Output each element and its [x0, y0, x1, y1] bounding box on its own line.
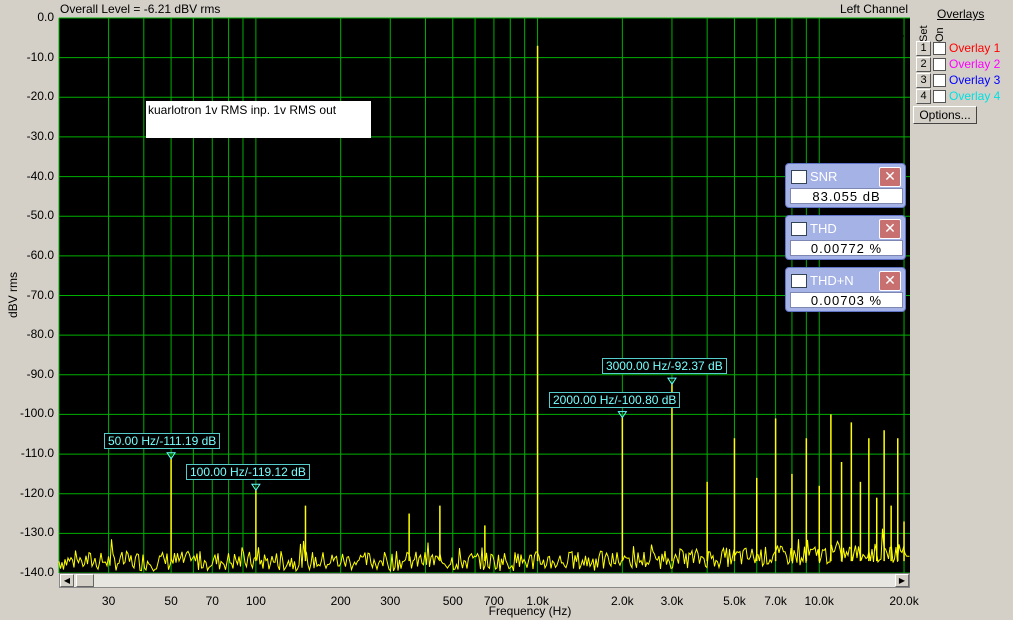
marker-label: 3000.00 Hz/-92.37 dB	[601, 358, 727, 375]
x-tick-label: 200	[330, 594, 351, 608]
horizontal-scrollbar[interactable]: ◀ ▶	[59, 573, 910, 588]
y-tick-label: -80.0	[26, 327, 54, 342]
chart-annotation: kuarlotron 1v RMS inp. 1v RMS out	[146, 101, 371, 138]
x-tick-label: 2.0k	[611, 594, 634, 608]
overlay-label: Overlay 3	[949, 73, 1001, 87]
y-tick-label: -60.0	[26, 247, 54, 262]
meter-value: 83.055 dB	[790, 188, 903, 204]
overlay-set-button[interactable]: 3	[916, 73, 931, 88]
y-tick-label: -50.0	[26, 208, 54, 223]
overlay-set-button[interactable]: 4	[916, 89, 931, 104]
overlay-label: Overlay 1	[949, 41, 1001, 55]
scroll-right-button[interactable]: ▶	[895, 574, 909, 587]
annotation-text: kuarlotron 1v RMS inp. 1v RMS out	[148, 103, 337, 117]
channel-label: Left Channel	[839, 2, 908, 16]
y-tick-label: -70.0	[26, 287, 54, 302]
overlay-checkbox[interactable]	[933, 58, 946, 71]
overlay-label: Overlay 2	[949, 57, 1001, 71]
y-tick-label: -130.0	[19, 525, 54, 540]
x-tick-label: 100	[245, 594, 266, 608]
marker-label: 100.00 Hz/-119.12 dB	[186, 464, 310, 481]
x-tick-label: 700	[483, 594, 504, 608]
close-icon[interactable]: ✕	[879, 167, 901, 187]
meter-title: SNR	[810, 169, 838, 184]
overlay-checkbox[interactable]	[933, 90, 946, 103]
y-tick-label: -100.0	[19, 406, 54, 421]
y-tick-label: -30.0	[26, 128, 54, 143]
x-tick-label: 3.0k	[660, 594, 684, 608]
overlay-checkbox[interactable]	[933, 42, 946, 55]
on-column-label: On	[934, 27, 946, 42]
x-tick-label: 10.0k	[804, 594, 834, 608]
x-tick-label: 7.0k	[764, 594, 787, 608]
meter-icon	[791, 274, 807, 288]
x-tick-label: 1.0k	[526, 594, 549, 608]
marker-label: 2000.00 Hz/-100.80 dB	[549, 391, 681, 408]
meter-icon	[791, 222, 807, 236]
y-tick-label: 0.0	[37, 10, 54, 24]
scroll-thumb[interactable]	[76, 574, 94, 587]
y-tick-label: -20.0	[26, 89, 54, 104]
y-tick-label: -120.0	[19, 485, 54, 500]
meter-thd[interactable]: THD ✕ 0.00772 %	[785, 215, 906, 260]
svg-text:$: $	[868, 27, 877, 44]
x-tick-label: 300	[380, 594, 401, 608]
overall-level: Overall Level = -6.21 dBV rms	[60, 2, 221, 16]
y-tick-label: -140.0	[19, 565, 54, 579]
overlay-set-button[interactable]: 1	[916, 41, 931, 56]
meter-icon	[791, 170, 807, 184]
y-tick-label: -10.0	[26, 49, 54, 64]
overlay-checkbox[interactable]	[933, 74, 946, 87]
y-tick-label: -40.0	[26, 168, 54, 183]
meter-thd-n[interactable]: THD+N ✕ 0.00703 %	[785, 267, 906, 312]
y-tick-label: -110.0	[20, 446, 54, 461]
close-icon[interactable]: ✕	[879, 271, 901, 291]
overlay-label: Overlay 4	[949, 89, 1001, 103]
overlays-title: Overlays	[937, 7, 985, 21]
x-tick-label: 70	[205, 594, 219, 608]
meter-snr[interactable]: SNR ✕ 83.055 dB	[785, 163, 906, 208]
y-tick-label: -90.0	[26, 366, 54, 381]
meter-title: THD+N	[810, 273, 854, 288]
options-button[interactable]: Options...	[913, 106, 977, 124]
overlay-set-button[interactable]: 2	[916, 57, 931, 72]
signal-generator-icon[interactable]: $	[866, 22, 906, 48]
meter-value: 0.00772 %	[790, 240, 903, 256]
set-column-label: Set	[918, 25, 930, 42]
x-tick-label: 30	[101, 594, 116, 608]
meter-value: 0.00703 %	[790, 292, 903, 308]
meter-title: THD	[810, 221, 837, 236]
close-icon[interactable]: ✕	[879, 219, 901, 239]
marker-label: 50.00 Hz/-111.19 dB	[104, 432, 221, 449]
x-tick-label: 20.0k	[889, 594, 919, 608]
scroll-left-button[interactable]: ◀	[60, 574, 74, 587]
